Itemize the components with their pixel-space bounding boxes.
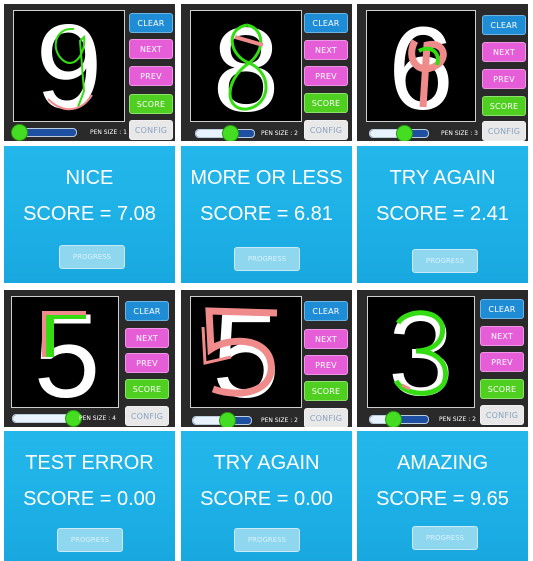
- progress-button[interactable]: PROGRESS: [57, 528, 123, 552]
- prev-button[interactable]: PREV: [304, 66, 348, 86]
- drawing-canvas[interactable]: 9: [13, 10, 125, 122]
- result-score: SCORE = 7.08: [23, 203, 156, 225]
- drawn-digit-6: 6: [388, 11, 454, 121]
- clear-button[interactable]: CLEAR: [482, 15, 526, 35]
- drawn-digit-3: 3: [388, 297, 454, 407]
- result-score: SCORE = 0.00: [200, 488, 333, 510]
- result-score: SCORE = 6.81: [200, 203, 333, 225]
- pen-size-label: PEN SIZE : 3: [441, 130, 478, 137]
- result-title: TEST ERROR: [25, 452, 154, 474]
- score-button[interactable]: SCORE: [480, 379, 524, 399]
- pen-size-label: PEN SIZE : 2: [439, 416, 476, 423]
- next-button[interactable]: NEXT: [482, 42, 526, 62]
- next-button[interactable]: NEXT: [480, 326, 524, 346]
- config-button[interactable]: CONFIG: [129, 120, 173, 140]
- result-title: AMAZING: [396, 452, 489, 474]
- pen-size-label: PEN SIZE : 1: [90, 129, 127, 136]
- slider-knob[interactable]: [385, 411, 402, 427]
- draw-screen-6: 3 CLEAR NEXT PREV SCORE CONFIG PEN SIZE …: [357, 290, 528, 427]
- clear-button[interactable]: CLEAR: [129, 13, 173, 33]
- draw-screen-3: 6 CLEAR NEXT PREV SCORE CONFIG PEN SIZE …: [357, 4, 528, 141]
- progress-button[interactable]: PROGRESS: [234, 528, 300, 552]
- pen-size-label: PEN SIZE : 2: [261, 417, 298, 424]
- config-button[interactable]: CONFIG: [304, 120, 348, 140]
- progress-button[interactable]: PROGRESS: [412, 249, 478, 273]
- prev-button[interactable]: PREV: [304, 355, 348, 375]
- slider-knob[interactable]: [11, 124, 28, 141]
- result-title: NICE: [65, 167, 114, 189]
- drawing-canvas[interactable]: 8: [190, 10, 302, 122]
- config-button[interactable]: CONFIG: [304, 408, 348, 427]
- score-button[interactable]: SCORE: [129, 94, 173, 114]
- clear-button[interactable]: CLEAR: [304, 301, 348, 321]
- clear-button[interactable]: CLEAR: [125, 301, 169, 321]
- drawing-canvas[interactable]: 3: [367, 296, 475, 408]
- drawn-digit-9: 9: [36, 11, 103, 121]
- pen-size-slider[interactable]: [369, 411, 429, 427]
- pen-size-slider[interactable]: [12, 410, 82, 427]
- pen-size-slider[interactable]: [11, 124, 77, 141]
- result-score: SCORE = 0.00: [23, 488, 156, 510]
- slider-knob[interactable]: [222, 125, 239, 141]
- svg-text:9: 9: [36, 11, 103, 121]
- drawn-digit-5: 5: [201, 297, 280, 407]
- next-button[interactable]: NEXT: [304, 329, 348, 349]
- score-button[interactable]: SCORE: [125, 379, 169, 399]
- drawn-digit-5: 5: [34, 297, 101, 407]
- pen-size-slider[interactable]: [195, 125, 255, 141]
- score-button[interactable]: SCORE: [304, 381, 348, 401]
- pen-size-label: PEN SIZE : 4: [79, 415, 116, 422]
- result-title: TRY AGAIN: [213, 452, 320, 474]
- clear-button[interactable]: CLEAR: [480, 299, 524, 319]
- progress-button[interactable]: PROGRESS: [59, 245, 125, 269]
- result-screen-6: AMAZING SCORE = 9.65 PROGRESS: [357, 431, 528, 561]
- pen-size-label: PEN SIZE : 2: [261, 130, 298, 137]
- config-button[interactable]: CONFIG: [125, 406, 169, 426]
- drawn-digit-8: 8: [213, 11, 280, 121]
- result-screen-5: TRY AGAIN SCORE = 0.00 PROGRESS: [181, 431, 352, 561]
- pen-size-slider[interactable]: [192, 412, 252, 427]
- result-screen-3: TRY AGAIN SCORE = 2.41 PROGRESS: [357, 146, 528, 283]
- drawing-canvas[interactable]: 6: [366, 10, 476, 122]
- prev-button[interactable]: PREV: [129, 66, 173, 86]
- next-button[interactable]: NEXT: [125, 328, 169, 348]
- result-score: SCORE = 9.65: [376, 488, 509, 510]
- result-score: SCORE = 2.41: [376, 203, 509, 225]
- prev-button[interactable]: PREV: [125, 353, 169, 373]
- pen-size-slider[interactable]: [369, 125, 429, 141]
- next-button[interactable]: NEXT: [304, 40, 348, 60]
- progress-button[interactable]: PROGRESS: [412, 526, 478, 550]
- draw-screen-5: 5 CLEAR NEXT PREV SCORE CONFIG PEN SIZE …: [181, 290, 352, 427]
- next-button[interactable]: NEXT: [129, 39, 173, 59]
- draw-screen-4: 5 CLEAR NEXT PREV SCORE CONFIG PEN SIZE …: [4, 290, 175, 427]
- slider-knob[interactable]: [396, 125, 413, 141]
- result-screen-4: TEST ERROR SCORE = 0.00 PROGRESS: [4, 431, 175, 561]
- score-button[interactable]: SCORE: [304, 93, 348, 113]
- score-button[interactable]: SCORE: [482, 96, 526, 116]
- draw-screen-1: 9 CLEAR NEXT PREV SCORE CONFIG PEN SIZE …: [4, 4, 175, 141]
- result-title: TRY AGAIN: [389, 167, 496, 189]
- result-screen-2: MORE OR LESS SCORE = 6.81 PROGRESS: [181, 146, 352, 283]
- result-title: MORE OR LESS: [190, 167, 343, 189]
- draw-screen-2: 8 CLEAR NEXT PREV SCORE CONFIG PEN SIZE …: [181, 4, 352, 141]
- result-screen-1: NICE SCORE = 7.08 PROGRESS: [4, 146, 175, 283]
- config-button[interactable]: CONFIG: [480, 405, 524, 425]
- prev-button[interactable]: PREV: [482, 69, 526, 89]
- progress-button[interactable]: PROGRESS: [234, 247, 300, 271]
- prev-button[interactable]: PREV: [480, 352, 524, 372]
- config-button[interactable]: CONFIG: [482, 121, 526, 141]
- drawing-canvas[interactable]: 5: [190, 296, 302, 408]
- clear-button[interactable]: CLEAR: [304, 13, 348, 33]
- drawing-canvas[interactable]: 5: [11, 296, 119, 408]
- slider-knob[interactable]: [219, 412, 236, 427]
